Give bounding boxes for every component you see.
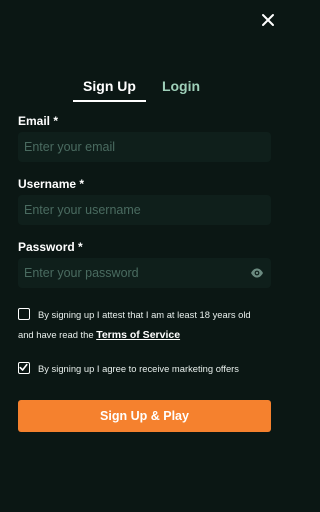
marketing-consent-text: By signing up I agree to receive marketi… <box>38 363 239 374</box>
email-input-wrapper <box>18 132 271 162</box>
sign-up-play-button[interactable]: Sign Up & Play <box>18 400 271 432</box>
auth-tabs: Sign Up Login <box>73 76 216 102</box>
password-input[interactable] <box>18 258 271 288</box>
marketing-consent-checkbox[interactable] <box>18 362 30 374</box>
checkmark-icon <box>19 363 28 371</box>
age-consent-text: By signing up I attest that I am at leas… <box>38 309 251 320</box>
password-label: Password * <box>18 240 83 254</box>
marketing-consent: By signing up I agree to receive marketi… <box>18 359 273 379</box>
age-consent-checkbox[interactable] <box>18 308 30 320</box>
close-icon[interactable] <box>260 12 276 28</box>
password-field-group: Password * <box>18 240 271 288</box>
age-terms-consent: By signing up I attest that I am at leas… <box>18 305 273 345</box>
tab-login[interactable]: Login <box>146 76 216 102</box>
username-label: Username * <box>18 177 85 191</box>
email-input[interactable] <box>18 132 271 162</box>
tab-sign-up[interactable]: Sign Up <box>73 76 146 102</box>
eye-icon[interactable] <box>250 266 264 280</box>
username-field-group: Username * <box>18 177 271 225</box>
username-input[interactable] <box>18 195 271 225</box>
age-consent-text-continued: and have read the Terms of Service <box>18 329 181 341</box>
terms-of-service-link[interactable]: Terms of Service <box>96 329 180 341</box>
username-input-wrapper <box>18 195 271 225</box>
password-input-wrapper <box>18 258 271 288</box>
signup-modal: Sign Up Login Email * Username * Passwor… <box>0 0 289 512</box>
email-field-group: Email * <box>18 114 271 162</box>
email-label: Email * <box>18 114 59 128</box>
